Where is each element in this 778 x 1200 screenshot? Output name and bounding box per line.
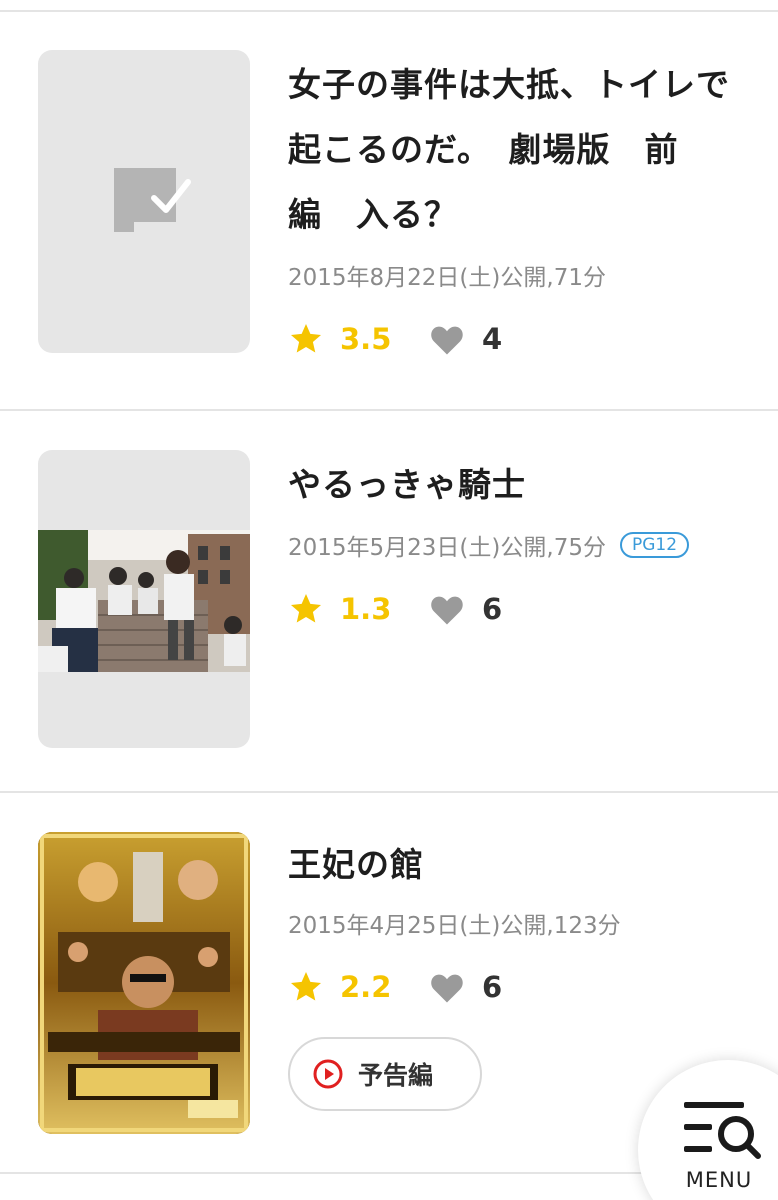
release-info: 2015年8月22日(土)公開,71分 xyxy=(288,265,606,291)
likes-count: 4 xyxy=(482,322,503,356)
score-value: 2.2 xyxy=(340,970,392,1004)
trailer-button[interactable]: 予告編 xyxy=(288,1037,482,1111)
star-icon xyxy=(291,324,321,353)
score-value: 1.3 xyxy=(340,592,392,626)
poster-image[interactable] xyxy=(38,450,250,748)
divider xyxy=(0,10,778,12)
poster-placeholder[interactable] xyxy=(38,50,250,353)
likes-count: 6 xyxy=(482,592,503,626)
score-value: 3.5 xyxy=(340,322,392,356)
poster-artwork xyxy=(38,832,250,1134)
movie-title[interactable]: 王妃の館 xyxy=(288,832,748,897)
poster-image[interactable] xyxy=(38,832,250,1134)
heart-icon[interactable] xyxy=(428,322,466,356)
likes-count: 6 xyxy=(482,970,503,1004)
movie-title[interactable]: やるっきゃ騎士 xyxy=(288,452,748,517)
divider xyxy=(0,409,778,411)
age-rating-badge: PG12 xyxy=(619,532,690,558)
divider xyxy=(0,791,778,793)
menu-search-icon xyxy=(684,1102,761,1159)
release-info: 2015年4月25日(土)公開,123分 xyxy=(288,913,621,939)
star-icon xyxy=(291,972,321,1001)
star-icon xyxy=(291,594,321,623)
no-image-icon xyxy=(114,168,191,232)
release-info: 2015年5月23日(土)公開,75分 xyxy=(288,535,606,561)
poster-photo xyxy=(38,530,250,672)
heart-icon[interactable] xyxy=(428,592,466,626)
menu-label: MENU xyxy=(685,1168,753,1192)
movie-list-page: 女子の事件は大抵、トイレで 起こるのだ。 劇場版 前 編 入る？ 2015年8月… xyxy=(0,0,778,1200)
trailer-label: 予告編 xyxy=(358,1061,434,1090)
heart-icon[interactable] xyxy=(428,970,466,1004)
movie-title[interactable]: 女子の事件は大抵、トイレで 起こるのだ。 劇場版 前 編 入る？ xyxy=(288,52,748,247)
play-icon xyxy=(313,1059,343,1089)
